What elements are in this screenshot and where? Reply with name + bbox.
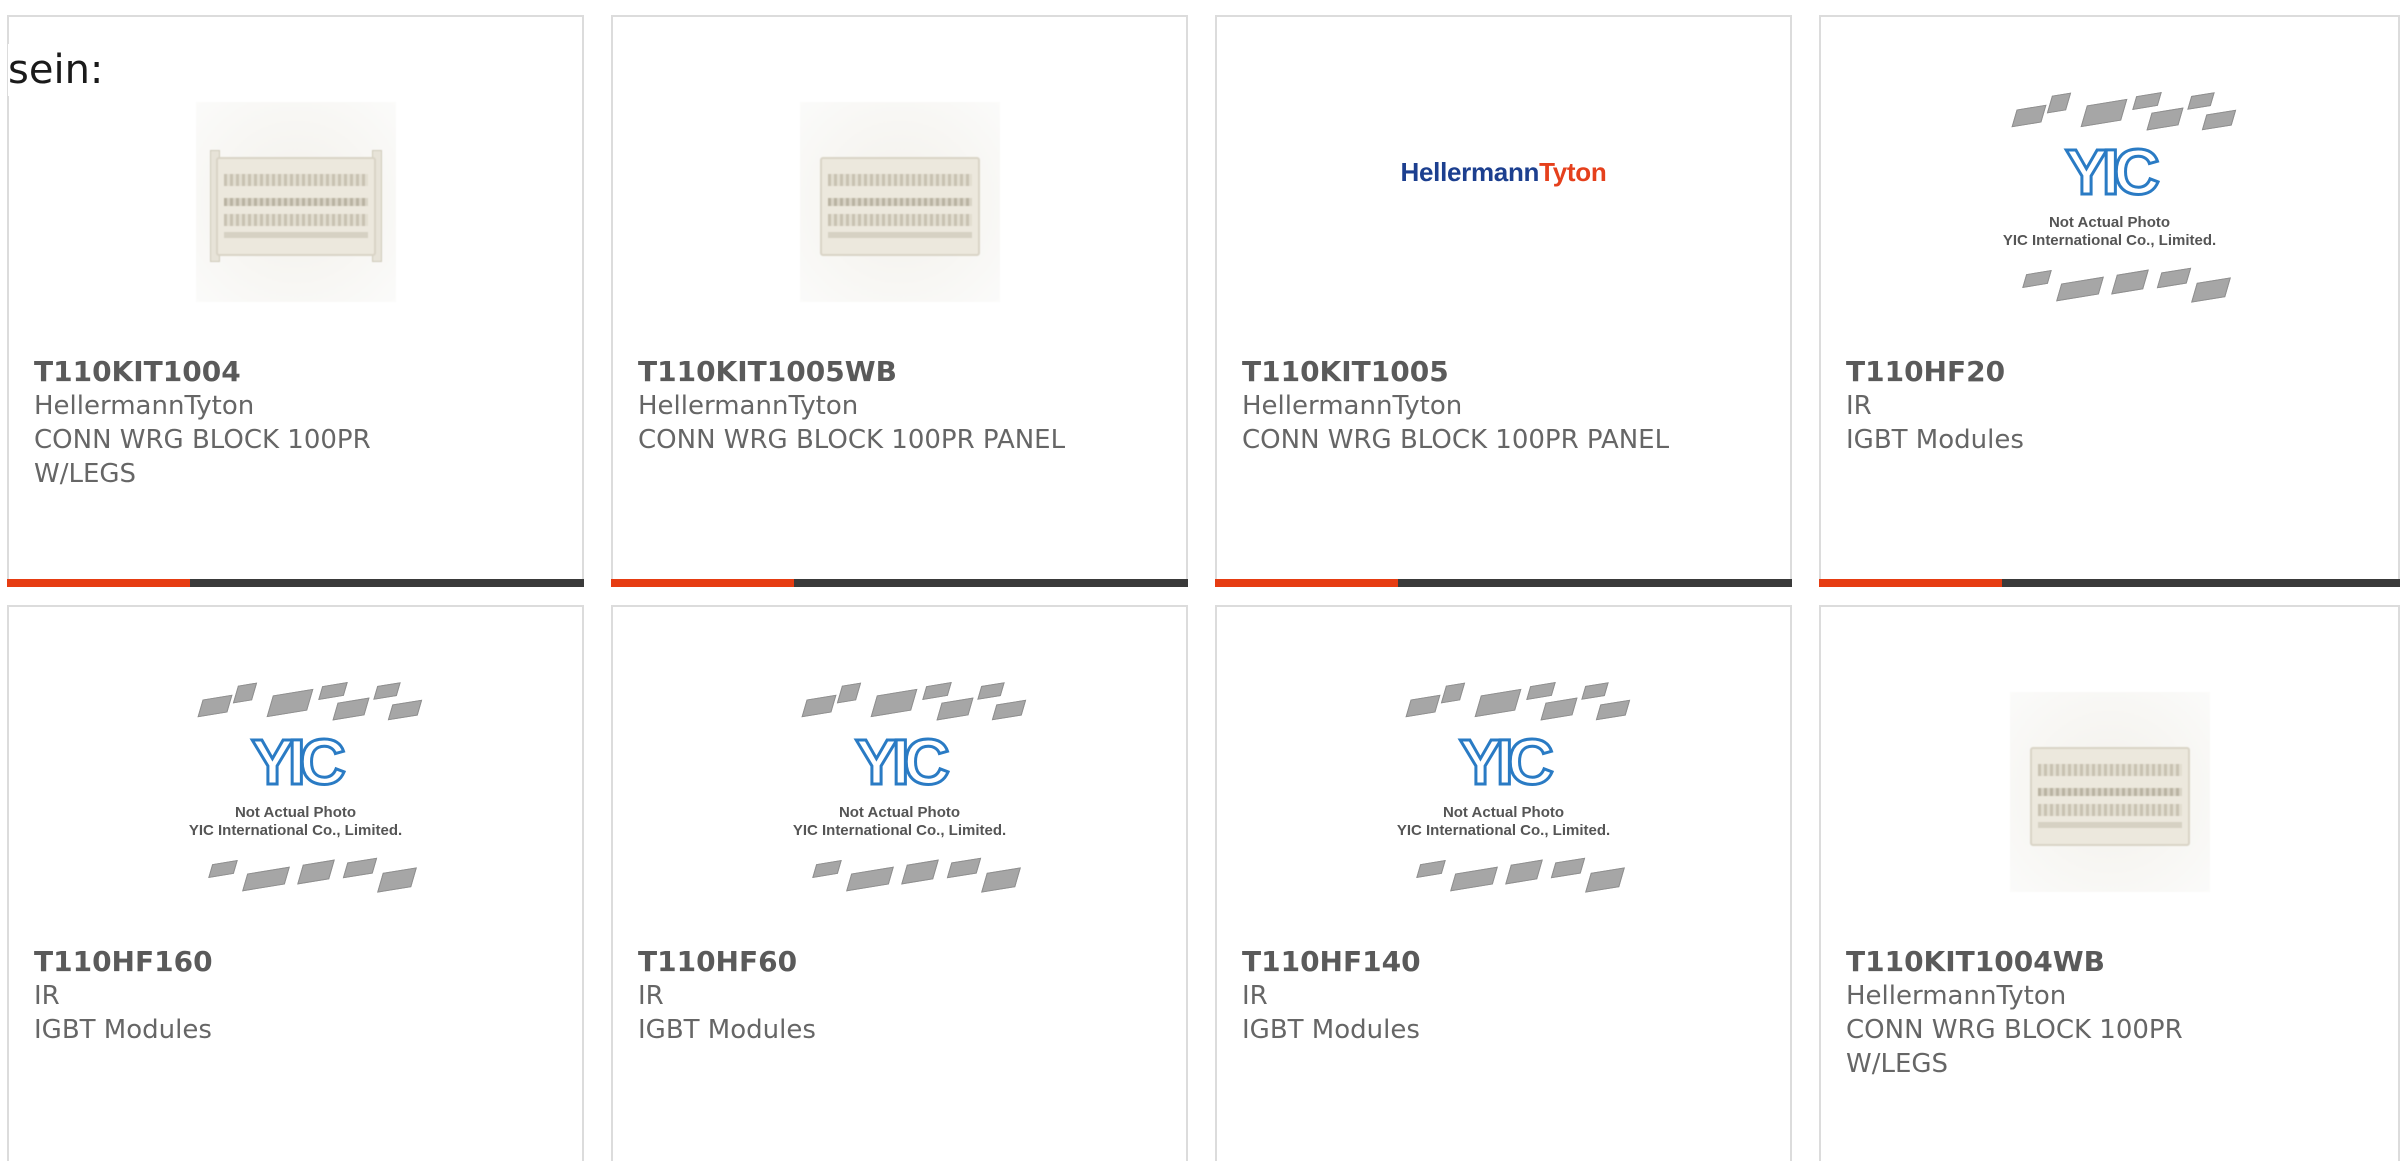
placeholder-note: Not Actual Photo YIC International Co., L… bbox=[1396, 804, 1611, 839]
part-number[interactable]: T110HF140 bbox=[1242, 945, 1770, 979]
yic-logo: YIC bbox=[2064, 136, 2162, 209]
product-card[interactable]: T110KIT1005WB HellermannTyton CONN WRG B… bbox=[611, 15, 1188, 587]
placeholder-note: Not Actual Photo YIC International Co., L… bbox=[188, 804, 403, 839]
product-info: T110KIT1004 HellermannTyton CONN WRG BLO… bbox=[34, 355, 562, 491]
part-number[interactable]: T110HF60 bbox=[638, 945, 1166, 979]
description-line: CONN WRG BLOCK 100PR bbox=[34, 425, 371, 455]
card-bottom-bar bbox=[1215, 579, 1792, 587]
description-line: CONN WRG BLOCK 100PR PANEL bbox=[638, 425, 1066, 455]
product-card[interactable]: YIC Not Actual Photo YIC International Co… bbox=[611, 605, 1188, 1161]
product-info: T110KIT1004WB HellermannTyton CONN WRG B… bbox=[1846, 945, 2378, 1081]
product-info: T110HF140 IR IGBT Modules bbox=[1242, 945, 1770, 1047]
terminal-block-photo bbox=[799, 102, 1000, 302]
product-card[interactable]: T110KIT1004WB HellermannTyton CONN WRG B… bbox=[1819, 605, 2400, 1161]
product-image[interactable]: YIC Not Actual Photo YIC International Co… bbox=[613, 667, 1186, 917]
product-card[interactable]: YIC Not Actual Photo YIC International Co… bbox=[7, 605, 584, 1161]
yic-placeholder-image: YIC Not Actual Photo YIC International Co… bbox=[765, 672, 1035, 912]
description-line: IGBT Modules bbox=[1242, 1015, 1420, 1045]
yic-logo: YIC bbox=[1458, 726, 1556, 799]
card-accent bbox=[7, 579, 190, 587]
yic-placeholder-image: YIC Not Actual Photo YIC International Co… bbox=[1975, 82, 2245, 322]
product-info: T110HF160 IR IGBT Modules bbox=[34, 945, 562, 1047]
terminal-block-photo bbox=[2009, 692, 2210, 892]
part-number[interactable]: T110KIT1004WB bbox=[1846, 945, 2378, 979]
description-line: IGBT Modules bbox=[34, 1015, 212, 1045]
card-bottom-bar bbox=[1819, 579, 2400, 587]
manufacturer: IR bbox=[1242, 981, 1268, 1011]
manufacturer: IR bbox=[34, 981, 60, 1011]
yic-placeholder-image: YIC Not Actual Photo YIC International Co… bbox=[1369, 672, 1639, 912]
product-image[interactable] bbox=[1821, 667, 2398, 917]
hellermanntyton-logo: HellermannTyton bbox=[1400, 156, 1607, 187]
product-info: T110HF20 IR IGBT Modules bbox=[1846, 355, 2378, 457]
product-image[interactable]: YIC Not Actual Photo YIC International Co… bbox=[9, 667, 582, 917]
product-image[interactable] bbox=[9, 77, 582, 327]
placeholder-note: Not Actual Photo YIC International Co., L… bbox=[792, 804, 1007, 839]
manufacturer: HellermannTyton bbox=[1242, 391, 1463, 421]
product-grid-page: sein: T110KIT1004 HellermannTyton CONN W… bbox=[0, 0, 2400, 1161]
placeholder-note: Not Actual Photo YIC International Co., L… bbox=[2002, 214, 2217, 249]
description-line: W/LEGS bbox=[34, 459, 137, 489]
product-image[interactable] bbox=[613, 77, 1186, 327]
part-number[interactable]: T110KIT1004 bbox=[34, 355, 562, 389]
yic-logo: YIC bbox=[854, 726, 952, 799]
manufacturer: HellermannTyton bbox=[1846, 981, 2067, 1011]
product-card[interactable]: T110KIT1004 HellermannTyton CONN WRG BLO… bbox=[7, 15, 584, 587]
description-line: IGBT Modules bbox=[638, 1015, 816, 1045]
card-bottom-bar bbox=[611, 579, 1188, 587]
card-bottom-bar bbox=[7, 579, 584, 587]
description-line: W/LEGS bbox=[1846, 1049, 1949, 1079]
card-accent bbox=[1819, 579, 2002, 587]
terminal-block-photo bbox=[195, 102, 396, 302]
yic-logo: YIC bbox=[250, 726, 348, 799]
product-image[interactable]: YIC Not Actual Photo YIC International Co… bbox=[1821, 77, 2398, 327]
product-info: T110KIT1005 HellermannTyton CONN WRG BLO… bbox=[1242, 355, 1770, 457]
manufacturer: HellermannTyton bbox=[638, 391, 859, 421]
product-card[interactable]: YIC Not Actual Photo YIC International Co… bbox=[1215, 605, 1792, 1161]
description-line: IGBT Modules bbox=[1846, 425, 2024, 455]
part-number[interactable]: T110HF20 bbox=[1846, 355, 2378, 389]
description-line: CONN WRG BLOCK 100PR bbox=[1846, 1015, 2183, 1045]
product-card[interactable]: YIC Not Actual Photo YIC International Co… bbox=[1819, 15, 2400, 587]
description-line: CONN WRG BLOCK 100PR PANEL bbox=[1242, 425, 1670, 455]
manufacturer: HellermannTyton bbox=[34, 391, 255, 421]
part-number[interactable]: T110HF160 bbox=[34, 945, 562, 979]
manufacturer: IR bbox=[638, 981, 664, 1011]
product-info: T110HF60 IR IGBT Modules bbox=[638, 945, 1166, 1047]
product-info: T110KIT1005WB HellermannTyton CONN WRG B… bbox=[638, 355, 1166, 457]
manufacturer: IR bbox=[1846, 391, 1872, 421]
product-image[interactable]: HellermannTyton bbox=[1217, 77, 1790, 327]
intro-text: sein: bbox=[8, 44, 108, 96]
part-number[interactable]: T110KIT1005 bbox=[1242, 355, 1770, 389]
product-card[interactable]: HellermannTyton T110KIT1005 HellermannTy… bbox=[1215, 15, 1792, 587]
part-number[interactable]: T110KIT1005WB bbox=[638, 355, 1166, 389]
yic-placeholder-image: YIC Not Actual Photo YIC International Co… bbox=[161, 672, 431, 912]
product-image[interactable]: YIC Not Actual Photo YIC International Co… bbox=[1217, 667, 1790, 917]
card-accent bbox=[611, 579, 794, 587]
card-accent bbox=[1215, 579, 1398, 587]
